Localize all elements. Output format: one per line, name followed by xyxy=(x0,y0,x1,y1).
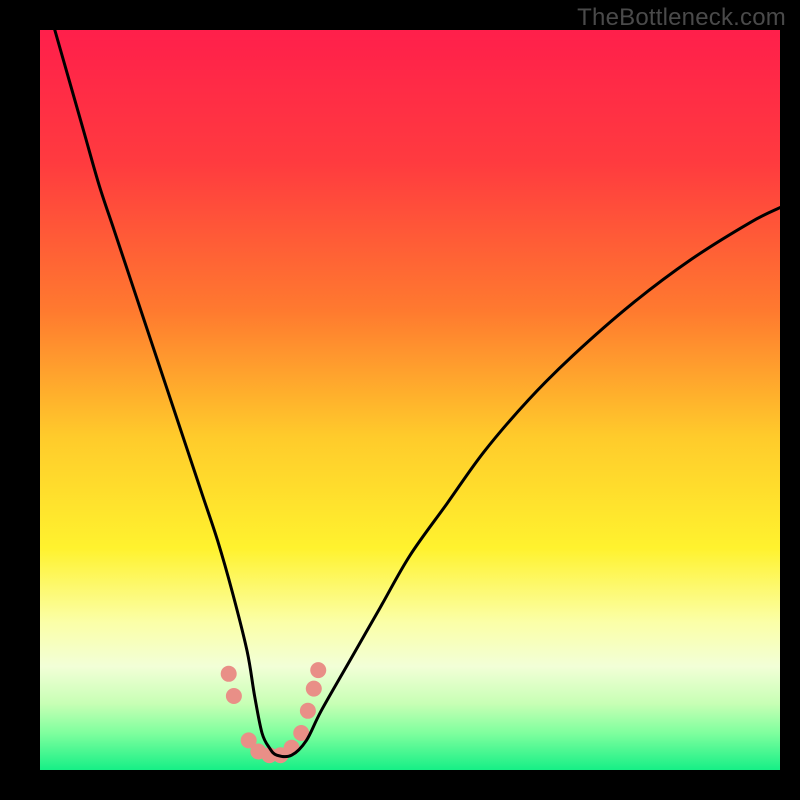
watermark-text: TheBottleneck.com xyxy=(577,4,786,32)
plot-area xyxy=(40,30,780,770)
highlight-dot xyxy=(221,666,237,682)
bottleneck-curve xyxy=(55,30,780,757)
curve-layer xyxy=(40,30,780,770)
highlight-dot xyxy=(310,662,326,678)
highlight-dot xyxy=(284,740,300,756)
highlight-dot xyxy=(306,681,322,697)
chart-frame: TheBottleneck.com xyxy=(0,0,800,800)
highlight-dots xyxy=(221,662,327,763)
highlight-dot xyxy=(300,703,316,719)
highlight-dot xyxy=(226,688,242,704)
